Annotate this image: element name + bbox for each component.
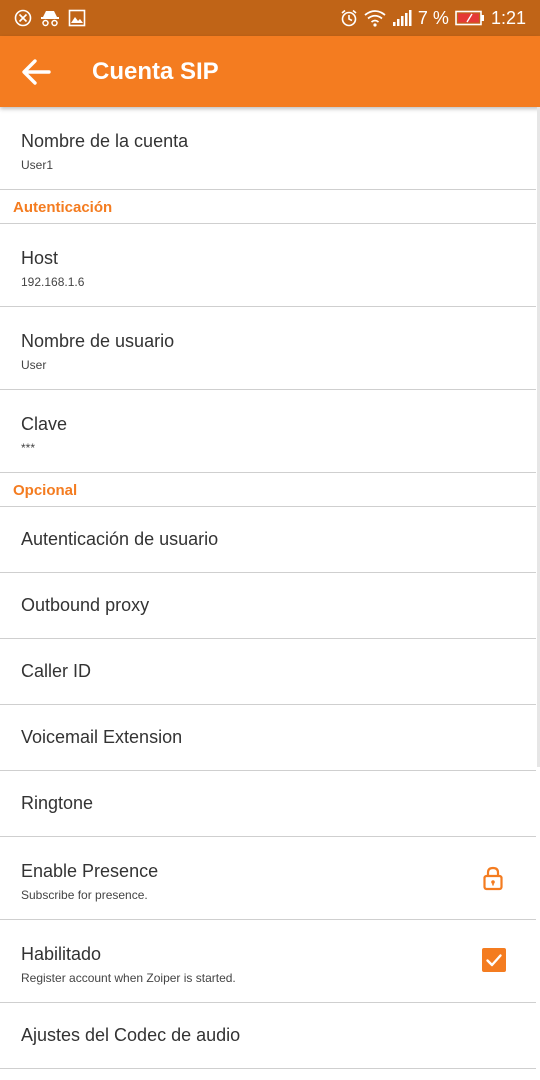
- account-name-label: Nombre de la cuenta: [21, 131, 189, 151]
- ringtone-label: Ringtone: [21, 793, 94, 813]
- username-value: User: [21, 358, 47, 372]
- password-value: ***: [21, 441, 36, 455]
- enable-presence-summary: Subscribe for presence.: [21, 888, 148, 902]
- arrow-left-icon: [22, 59, 51, 85]
- voicemail-extension-label: Voicemail Extension: [21, 727, 183, 747]
- incognito-icon: [41, 11, 59, 27]
- caller-id-item[interactable]: Caller ID: [0, 639, 536, 705]
- caller-id-label: Caller ID: [21, 661, 92, 681]
- outbound-proxy-label: Outbound proxy: [21, 595, 150, 615]
- audio-codec-settings-label: Ajustes del Codec de audio: [21, 1025, 241, 1045]
- back-button[interactable]: [18, 54, 54, 90]
- password-item[interactable]: Clave ***: [0, 390, 536, 473]
- battery-icon: [455, 10, 484, 26]
- user-authentication-item[interactable]: Autenticación de usuario: [0, 507, 536, 573]
- section-authentication-title: Autenticación: [13, 199, 113, 216]
- section-optional-title: Opcional: [13, 482, 78, 499]
- enabled-summary: Register account when Zoiper is started.: [21, 971, 236, 985]
- alarm-icon: [341, 9, 357, 27]
- battery-percent: 7 %: [417, 7, 449, 28]
- gallery-icon: [68, 9, 86, 27]
- username-label: Nombre de usuario: [21, 331, 175, 351]
- ringtone-item[interactable]: Ringtone: [0, 771, 536, 837]
- clock-time: 1:21: [490, 7, 526, 28]
- outbound-proxy-item[interactable]: Outbound proxy: [0, 573, 536, 639]
- account-name-value: User1: [21, 158, 54, 172]
- section-authentication: Autenticación: [0, 190, 536, 224]
- host-value: 192.168.1.6: [21, 275, 85, 289]
- enabled-checkbox[interactable]: [482, 948, 506, 972]
- wifi-icon: [364, 10, 386, 27]
- signal-icon: [392, 10, 412, 26]
- checkmark-icon: [486, 954, 502, 967]
- audio-codec-settings-item[interactable]: Ajustes del Codec de audio: [0, 1003, 536, 1069]
- user-authentication-label: Autenticación de usuario: [21, 529, 219, 549]
- enable-presence-item[interactable]: Enable Presence Subscribe for presence.: [0, 837, 536, 920]
- enabled-item[interactable]: Habilitado Register account when Zoiper …: [0, 920, 536, 1003]
- status-bar: 7 % 1:21: [0, 0, 540, 36]
- account-name-item[interactable]: Nombre de la cuenta User1: [0, 107, 536, 190]
- lock-icon: [483, 866, 503, 891]
- settings-list: Nombre de la cuenta User1 Autenticación …: [0, 107, 536, 1069]
- blocked-icon: [14, 9, 32, 27]
- password-label: Clave: [21, 414, 68, 434]
- section-optional: Opcional: [0, 473, 536, 507]
- host-item[interactable]: Host 192.168.1.6: [0, 224, 536, 307]
- enable-presence-label: Enable Presence: [21, 861, 159, 881]
- enabled-label: Habilitado: [21, 944, 102, 964]
- username-item[interactable]: Nombre de usuario User: [0, 307, 536, 390]
- app-bar: Cuenta SIP: [0, 36, 540, 107]
- status-right: 7 % 1:21: [340, 6, 526, 30]
- page-title: Cuenta SIP: [92, 58, 219, 85]
- host-label: Host: [21, 248, 59, 268]
- status-left-icons: [14, 8, 86, 28]
- voicemail-extension-item[interactable]: Voicemail Extension: [0, 705, 536, 771]
